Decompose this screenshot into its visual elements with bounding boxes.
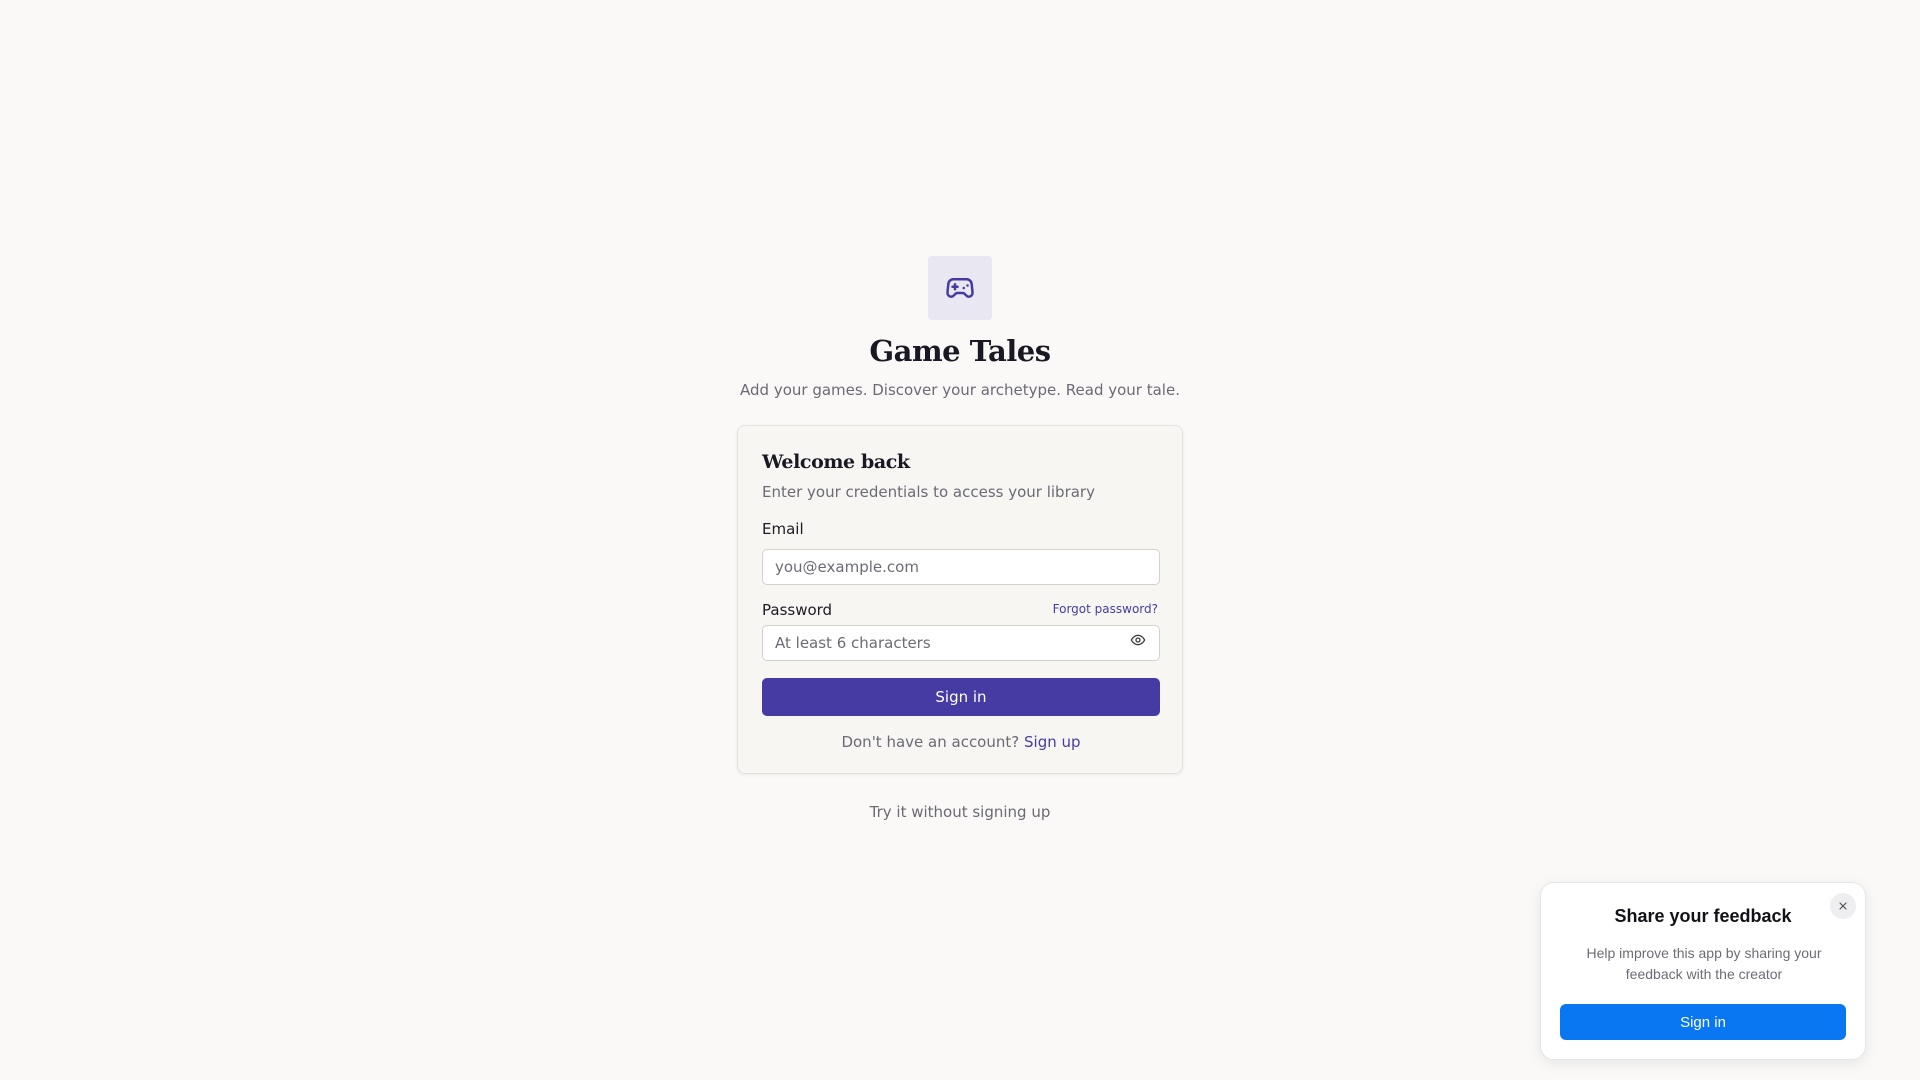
eye-icon[interactable]: [1129, 631, 1147, 649]
feedback-sign-in-button[interactable]: Sign in: [1560, 1004, 1846, 1040]
sign-up-link[interactable]: Sign up: [1024, 733, 1081, 751]
email-label: Email: [762, 520, 804, 538]
signup-prompt: Don't have an account?: [841, 733, 1020, 751]
card-title: Welcome back: [762, 451, 910, 473]
app-tagline: Add your games. Discover your archetype.…: [740, 381, 1180, 399]
email-input[interactable]: [762, 549, 1160, 585]
login-card: Welcome back Enter your credentials to a…: [737, 425, 1183, 774]
sign-in-button[interactable]: Sign in: [762, 678, 1160, 716]
gamepad-icon: [946, 278, 974, 298]
card-subtitle: Enter your credentials to access your li…: [762, 483, 1095, 501]
forgot-password-link[interactable]: Forgot password?: [1053, 602, 1158, 616]
guest-link-row: Try it without signing up: [0, 803, 1920, 821]
password-label: Password: [762, 601, 833, 619]
app-title: Game Tales: [869, 334, 1051, 368]
try-without-signup-link[interactable]: Try it without signing up: [870, 803, 1051, 821]
signup-prompt-row: Don't have an account? Sign up: [738, 733, 1184, 751]
password-input[interactable]: [762, 625, 1160, 661]
brand-icon-container: [928, 256, 992, 320]
feedback-title: Share your feedback: [1614, 906, 1792, 926]
feedback-text: Help improve this app by sharing your fe…: [1586, 945, 1822, 982]
feedback-popup: Share your feedback Help improve this ap…: [1540, 882, 1866, 1060]
